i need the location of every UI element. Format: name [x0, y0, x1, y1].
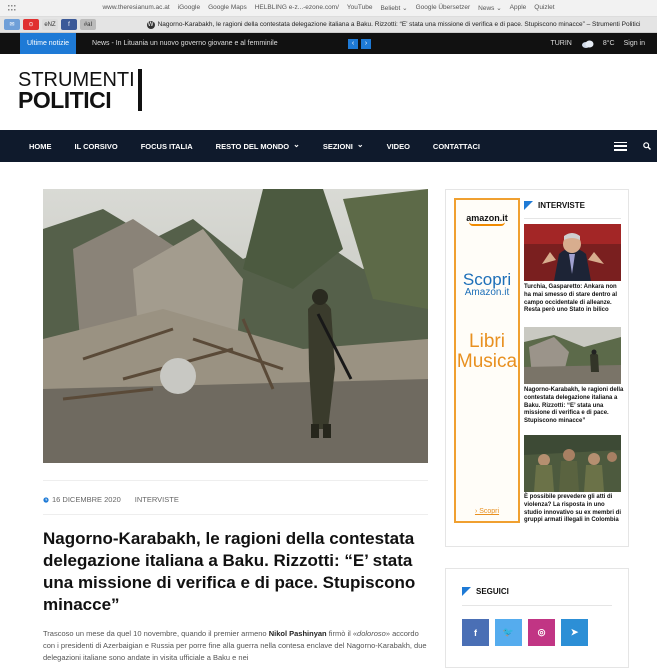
bookmark-item[interactable]: Google Maps: [208, 4, 247, 12]
instagram-icon[interactable]: ◎: [528, 619, 555, 646]
facebook-tab-icon[interactable]: f: [61, 19, 77, 30]
nav-item-focus-italia[interactable]: FOCUS ITALIA: [141, 142, 193, 151]
ticker-next-button[interactable]: ›: [361, 38, 372, 49]
article-title: Nagorno-Karabakh, le ragioni della conte…: [43, 529, 416, 615]
nav-item-video[interactable]: VIDEO: [387, 142, 410, 151]
clock-icon: [43, 496, 49, 503]
wordpress-icon: W: [146, 20, 155, 29]
interview-thumb-1[interactable]: [524, 224, 621, 281]
apps-grid-icon[interactable]: [8, 5, 16, 11]
ticker-headline[interactable]: News - In Lituania un nuovo governo giov…: [92, 40, 342, 47]
article-category[interactable]: INTERVISTE: [135, 495, 179, 504]
facebook-icon[interactable]: f: [462, 619, 489, 646]
tab-title: Nagorno-Karabakh, le ragioni della conte…: [157, 21, 641, 28]
heading-triangle-icon: [462, 587, 471, 596]
divider: [43, 480, 428, 481]
interview-thumb-3[interactable]: [524, 435, 621, 492]
tab-bar: ✉ ⊙ eNZ f #aI W Nagorno-Karabakh, le ragioni…: [0, 17, 657, 33]
nav-item-il-corsivo[interactable]: IL CORSIVO: [75, 142, 118, 151]
article-hero-image: [43, 189, 428, 463]
interview-thumb-2[interactable]: [524, 327, 621, 384]
bookmark-item[interactable]: Quizlet: [534, 4, 554, 12]
follow-widget: SEGUICI f 🐦 ◎ ➤: [445, 568, 629, 668]
nav-item-home[interactable]: HOME: [29, 142, 52, 151]
nav-item-label: HOME: [29, 141, 52, 151]
nav-item-label: VIDEO: [386, 141, 410, 151]
ad-cta-link[interactable]: › Scopri: [475, 508, 499, 515]
cloud-icon: [581, 40, 594, 48]
interviste-heading: INTERVISTE: [524, 201, 585, 210]
bookmark-item[interactable]: www.theresianum.ac.at: [102, 4, 169, 12]
menu-icon[interactable]: [614, 141, 627, 151]
seguici-heading: SEGUICI: [462, 587, 509, 596]
telegram-icon[interactable]: ➤: [561, 619, 588, 646]
bookmark-item[interactable]: Apple: [510, 4, 527, 12]
main-nav: HOME IL CORSIVO FOCUS ITALIA RESTO DEL MOND…: [0, 130, 657, 162]
ticker-label: Ultime notizie: [20, 33, 77, 54]
signin-link[interactable]: Sign in: [624, 40, 645, 47]
article-meta: 16 DICEMBRE 2020 INTERVISTE: [43, 495, 179, 504]
article-date: 16 DICEMBRE 2020: [52, 495, 121, 504]
article-body: Trascoso un mese da quel 10 novembre, qu…: [43, 629, 427, 662]
amazon-ad[interactable]: amazon.it Scopri Amazon.it Libri Musica › …: [454, 198, 520, 523]
nav-item-label: FOCUS ITALIA: [140, 141, 193, 151]
divider: [43, 514, 428, 515]
divider: [524, 218, 621, 219]
bookmark-item[interactable]: iGoogle: [178, 4, 200, 12]
bookmark-item[interactable]: Google Übersetzer: [416, 4, 471, 12]
nav-item-contattaci[interactable]: CONTATTACI: [433, 142, 480, 151]
mail-tab-icon[interactable]: ✉: [4, 19, 20, 30]
divider: [462, 605, 612, 606]
twitter-icon[interactable]: 🐦: [495, 619, 522, 646]
interview-caption-2[interactable]: Nagorno-Karabakh, le ragioni della conte…: [524, 387, 624, 426]
bookmark-item[interactable]: Beliebt ⌄: [380, 4, 407, 12]
site-logo[interactable]: STRUMENTI POLITICI: [18, 69, 142, 113]
chevron-down-icon: ⌄: [356, 139, 364, 149]
header: STRUMENTI POLITICI: [0, 54, 657, 130]
nav-item-label: IL CORSIVO: [74, 141, 118, 151]
bookmark-item[interactable]: YouTube: [347, 4, 373, 12]
target-tab-icon[interactable]: ⊙: [23, 19, 39, 30]
interview-caption-1[interactable]: Turchia, Gasparetto: Ankara non ha mai s…: [524, 284, 624, 315]
interview-caption-3[interactable]: È possibile prevedere gli atti di violen…: [524, 494, 624, 525]
tab-icon[interactable]: #aI: [80, 19, 96, 30]
main-content: 16 DICEMBRE 2020 INTERVISTE Nagorno-Kara…: [0, 162, 657, 668]
amazon-smile-icon: [469, 222, 505, 226]
enz-tab-icon[interactable]: eNZ: [42, 19, 58, 30]
nav-item-label: CONTATTACI: [432, 141, 480, 151]
active-tab[interactable]: W Nagorno-Karabakh, le ragioni della con…: [130, 20, 657, 29]
bookmark-item[interactable]: HELBLING e-z...-ezone.com/: [255, 4, 339, 12]
ticker-prev-button[interactable]: ‹: [348, 38, 359, 49]
nav-item-resto-del-mondo[interactable]: RESTO DEL MONDO ⌄: [215, 139, 300, 151]
chevron-down-icon: ⌄: [293, 139, 300, 149]
city-label: TURIN: [550, 40, 572, 47]
logo-bar: [137, 69, 142, 111]
heading-triangle-icon: [524, 201, 533, 210]
nav-item-label: SEZIONI: [322, 141, 353, 151]
bookmarks-bar: www.theresianum.ac.at iGoogle Google Maps H…: [0, 0, 657, 17]
temperature: 8°C: [602, 40, 615, 47]
search-icon[interactable]: [643, 142, 651, 150]
nav-item-sezioni[interactable]: SEZIONI ⌄: [322, 139, 364, 151]
bookmark-item[interactable]: News ⌄: [478, 4, 502, 12]
logo-line2: POLITICI: [18, 87, 112, 113]
sidebar-widget: amazon.it Scopri Amazon.it Libri Musica › …: [445, 189, 629, 547]
top-bar: Ultime notizie News - In Lituania un nuo…: [0, 33, 657, 54]
nav-item-label: RESTO DEL MONDO: [215, 141, 290, 151]
